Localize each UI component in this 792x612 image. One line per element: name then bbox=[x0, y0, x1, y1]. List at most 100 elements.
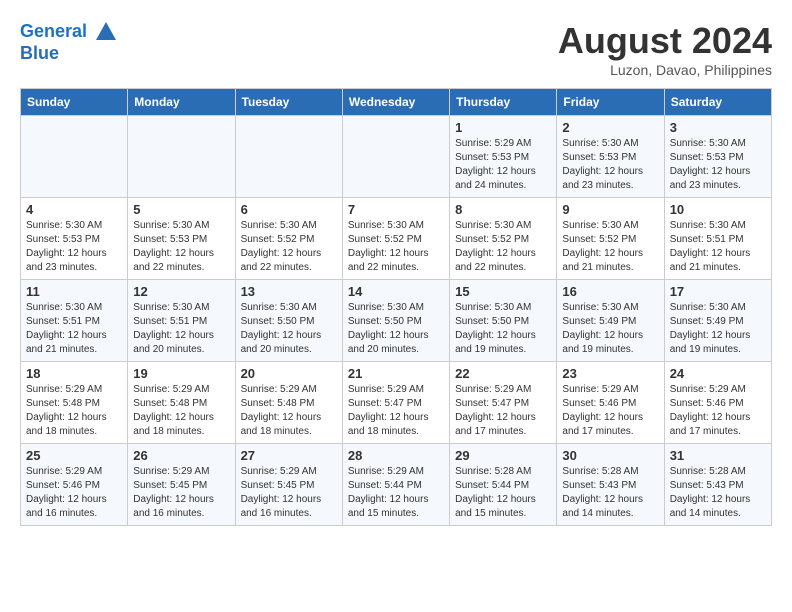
day-number: 11 bbox=[26, 284, 122, 299]
day-info: Sunrise: 5:29 AM Sunset: 5:46 PM Dayligh… bbox=[670, 383, 766, 439]
calendar-header: SundayMondayTuesdayWednesdayThursdayFrid… bbox=[21, 89, 772, 116]
calendar-cell: 8 Sunrise: 5:30 AM Sunset: 5:52 PM Daylig… bbox=[450, 198, 557, 280]
calendar-cell: 14 Sunrise: 5:30 AM Sunset: 5:50 PM Dayli… bbox=[342, 280, 449, 362]
day-number: 16 bbox=[562, 284, 658, 299]
location: Luzon, Davao, Philippines bbox=[558, 62, 772, 78]
page-header: General Blue August 2024 Luzon, Davao, P… bbox=[20, 20, 772, 78]
day-number: 6 bbox=[241, 202, 337, 217]
day-info: Sunrise: 5:29 AM Sunset: 5:47 PM Dayligh… bbox=[348, 383, 444, 439]
calendar-cell: 2Sunrise: 5:30 AM Sunset: 5:53 PM Daylig… bbox=[557, 116, 664, 198]
calendar-cell: 17 Sunrise: 5:30 AM Sunset: 5:49 PM Dayli… bbox=[664, 280, 771, 362]
calendar-cell: 13 Sunrise: 5:30 AM Sunset: 5:50 PM Dayli… bbox=[235, 280, 342, 362]
calendar-week-4: 25 Sunrise: 5:29 AM Sunset: 5:46 PM Dayli… bbox=[21, 444, 772, 526]
calendar-cell: 5 Sunrise: 5:30 AM Sunset: 5:53 PM Daylig… bbox=[128, 198, 235, 280]
day-number: 26 bbox=[133, 448, 229, 463]
day-number: 28 bbox=[348, 448, 444, 463]
calendar-cell: 1 Sunrise: 5:29 AM Sunset: 5:53 PM Daylig… bbox=[450, 116, 557, 198]
day-number: 4 bbox=[26, 202, 122, 217]
day-info: Sunrise: 5:29 AM Sunset: 5:46 PM Dayligh… bbox=[26, 465, 122, 521]
day-info: Sunrise: 5:30 AM Sunset: 5:49 PM Dayligh… bbox=[670, 301, 766, 357]
day-info: Sunrise: 5:29 AM Sunset: 5:53 PM Dayligh… bbox=[455, 137, 551, 193]
day-number: 2 bbox=[562, 120, 658, 135]
weekday-header-friday: Friday bbox=[557, 89, 664, 116]
day-info: Sunrise: 5:30 AM Sunset: 5:52 PM Dayligh… bbox=[241, 219, 337, 275]
day-number: 22 bbox=[455, 366, 551, 381]
day-info: Sunrise: 5:29 AM Sunset: 5:48 PM Dayligh… bbox=[133, 383, 229, 439]
day-info: Sunrise: 5:30 AM Sunset: 5:53 PM Dayligh… bbox=[26, 219, 122, 275]
calendar-cell bbox=[235, 116, 342, 198]
day-number: 12 bbox=[133, 284, 229, 299]
calendar-cell: 4 Sunrise: 5:30 AM Sunset: 5:53 PM Daylig… bbox=[21, 198, 128, 280]
day-info: Sunrise: 5:28 AM Sunset: 5:44 PM Dayligh… bbox=[455, 465, 551, 521]
day-info: Sunrise: 5:28 AM Sunset: 5:43 PM Dayligh… bbox=[670, 465, 766, 521]
calendar-cell: 30 Sunrise: 5:28 AM Sunset: 5:43 PM Dayli… bbox=[557, 444, 664, 526]
calendar-week-2: 11 Sunrise: 5:30 AM Sunset: 5:51 PM Dayli… bbox=[21, 280, 772, 362]
calendar-cell: 3 Sunrise: 5:30 AM Sunset: 5:53 PM Daylig… bbox=[664, 116, 771, 198]
day-number: 14 bbox=[348, 284, 444, 299]
calendar-cell: 26 Sunrise: 5:29 AM Sunset: 5:45 PM Dayli… bbox=[128, 444, 235, 526]
day-info: Sunrise: 5:29 AM Sunset: 5:48 PM Dayligh… bbox=[241, 383, 337, 439]
calendar-cell: 10Sunrise: 5:30 AM Sunset: 5:51 PM Dayli… bbox=[664, 198, 771, 280]
month-year: August 2024 bbox=[558, 20, 772, 62]
day-info: Sunrise: 5:29 AM Sunset: 5:45 PM Dayligh… bbox=[133, 465, 229, 521]
day-number: 17 bbox=[670, 284, 766, 299]
calendar-cell: 7Sunrise: 5:30 AM Sunset: 5:52 PM Daylig… bbox=[342, 198, 449, 280]
logo-text: General Blue bbox=[20, 20, 118, 64]
weekday-header-saturday: Saturday bbox=[664, 89, 771, 116]
calendar-cell: 11 Sunrise: 5:30 AM Sunset: 5:51 PM Dayli… bbox=[21, 280, 128, 362]
calendar-cell: 22 Sunrise: 5:29 AM Sunset: 5:47 PM Dayli… bbox=[450, 362, 557, 444]
day-number: 5 bbox=[133, 202, 229, 217]
day-number: 1 bbox=[455, 120, 551, 135]
calendar-week-3: 18Sunrise: 5:29 AM Sunset: 5:48 PM Dayli… bbox=[21, 362, 772, 444]
calendar-week-1: 4 Sunrise: 5:30 AM Sunset: 5:53 PM Daylig… bbox=[21, 198, 772, 280]
calendar-cell: 27 Sunrise: 5:29 AM Sunset: 5:45 PM Dayli… bbox=[235, 444, 342, 526]
day-info: Sunrise: 5:29 AM Sunset: 5:48 PM Dayligh… bbox=[26, 383, 122, 439]
calendar-cell: 12 Sunrise: 5:30 AM Sunset: 5:51 PM Dayli… bbox=[128, 280, 235, 362]
day-info: Sunrise: 5:28 AM Sunset: 5:43 PM Dayligh… bbox=[562, 465, 658, 521]
day-info: Sunrise: 5:30 AM Sunset: 5:49 PM Dayligh… bbox=[562, 301, 658, 357]
day-number: 10 bbox=[670, 202, 766, 217]
calendar-cell: 25 Sunrise: 5:29 AM Sunset: 5:46 PM Dayli… bbox=[21, 444, 128, 526]
day-info: Sunrise: 5:29 AM Sunset: 5:44 PM Dayligh… bbox=[348, 465, 444, 521]
day-number: 8 bbox=[455, 202, 551, 217]
calendar-cell: 18Sunrise: 5:29 AM Sunset: 5:48 PM Dayli… bbox=[21, 362, 128, 444]
calendar-body: 1 Sunrise: 5:29 AM Sunset: 5:53 PM Daylig… bbox=[21, 116, 772, 526]
weekday-header-sunday: Sunday bbox=[21, 89, 128, 116]
day-number: 15 bbox=[455, 284, 551, 299]
calendar-cell: 28 Sunrise: 5:29 AM Sunset: 5:44 PM Dayli… bbox=[342, 444, 449, 526]
day-number: 3 bbox=[670, 120, 766, 135]
calendar-cell bbox=[128, 116, 235, 198]
calendar-cell bbox=[21, 116, 128, 198]
day-number: 29 bbox=[455, 448, 551, 463]
day-info: Sunrise: 5:30 AM Sunset: 5:51 PM Dayligh… bbox=[133, 301, 229, 357]
weekday-header-tuesday: Tuesday bbox=[235, 89, 342, 116]
day-number: 13 bbox=[241, 284, 337, 299]
day-number: 25 bbox=[26, 448, 122, 463]
calendar-cell: 21Sunrise: 5:29 AM Sunset: 5:47 PM Dayli… bbox=[342, 362, 449, 444]
day-info: Sunrise: 5:30 AM Sunset: 5:50 PM Dayligh… bbox=[348, 301, 444, 357]
day-info: Sunrise: 5:29 AM Sunset: 5:45 PM Dayligh… bbox=[241, 465, 337, 521]
day-info: Sunrise: 5:30 AM Sunset: 5:52 PM Dayligh… bbox=[562, 219, 658, 275]
calendar-cell: 16 Sunrise: 5:30 AM Sunset: 5:49 PM Dayli… bbox=[557, 280, 664, 362]
day-number: 19 bbox=[133, 366, 229, 381]
day-number: 24 bbox=[670, 366, 766, 381]
weekday-header-thursday: Thursday bbox=[450, 89, 557, 116]
title-block: August 2024 Luzon, Davao, Philippines bbox=[558, 20, 772, 78]
day-info: Sunrise: 5:30 AM Sunset: 5:50 PM Dayligh… bbox=[241, 301, 337, 357]
day-number: 9 bbox=[562, 202, 658, 217]
calendar-table: SundayMondayTuesdayWednesdayThursdayFrid… bbox=[20, 88, 772, 526]
day-info: Sunrise: 5:30 AM Sunset: 5:51 PM Dayligh… bbox=[26, 301, 122, 357]
day-info: Sunrise: 5:30 AM Sunset: 5:52 PM Dayligh… bbox=[455, 219, 551, 275]
day-number: 30 bbox=[562, 448, 658, 463]
day-info: Sunrise: 5:30 AM Sunset: 5:50 PM Dayligh… bbox=[455, 301, 551, 357]
calendar-cell: 31 Sunrise: 5:28 AM Sunset: 5:43 PM Dayli… bbox=[664, 444, 771, 526]
day-info: Sunrise: 5:30 AM Sunset: 5:53 PM Dayligh… bbox=[133, 219, 229, 275]
day-number: 27 bbox=[241, 448, 337, 463]
day-info: Sunrise: 5:30 AM Sunset: 5:53 PM Dayligh… bbox=[670, 137, 766, 193]
day-info: Sunrise: 5:29 AM Sunset: 5:46 PM Dayligh… bbox=[562, 383, 658, 439]
day-info: Sunrise: 5:29 AM Sunset: 5:47 PM Dayligh… bbox=[455, 383, 551, 439]
calendar-cell: 20 Sunrise: 5:29 AM Sunset: 5:48 PM Dayli… bbox=[235, 362, 342, 444]
day-number: 31 bbox=[670, 448, 766, 463]
calendar-week-0: 1 Sunrise: 5:29 AM Sunset: 5:53 PM Daylig… bbox=[21, 116, 772, 198]
day-number: 20 bbox=[241, 366, 337, 381]
